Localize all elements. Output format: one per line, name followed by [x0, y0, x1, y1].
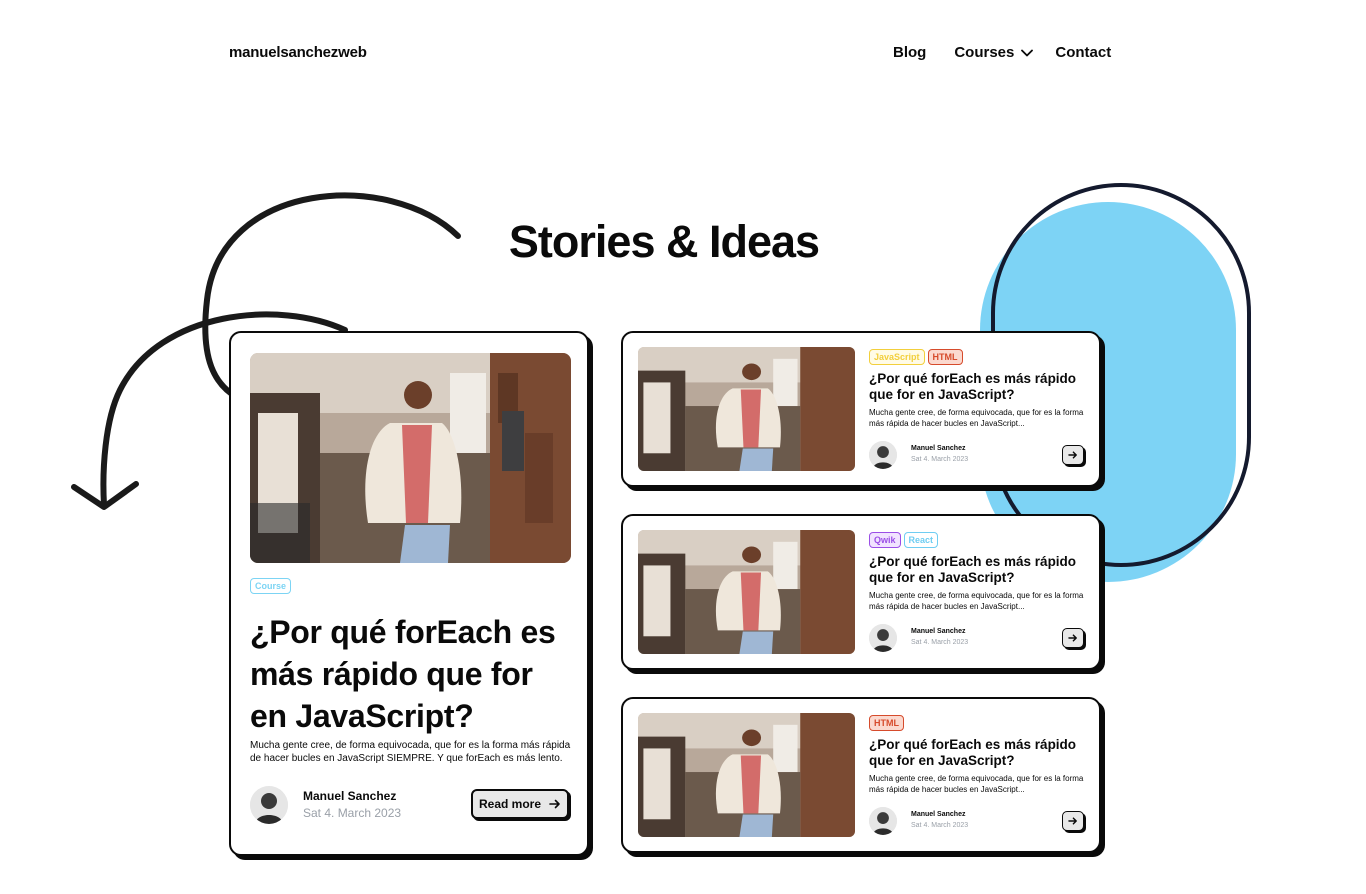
- arrow-right-icon: [1068, 634, 1077, 642]
- tag-badge[interactable]: Course: [250, 578, 292, 594]
- nav-blog-link[interactable]: Blog: [893, 44, 926, 61]
- post-title[interactable]: ¿Por qué forEach es más rápido que for e…: [869, 371, 1089, 403]
- site-logo[interactable]: manuelsanchezweb: [229, 44, 367, 61]
- nav-contact-link[interactable]: Contact: [1055, 44, 1111, 61]
- post-photo: [638, 347, 855, 471]
- post-photo: [250, 353, 571, 563]
- featured-post-card[interactable]: Course ¿Por qué forEach es más rápido qu…: [229, 331, 589, 856]
- arrow-right-icon: [1068, 817, 1077, 825]
- read-more-label: Read more: [478, 797, 542, 811]
- post-photo: [638, 530, 855, 654]
- author-name: Manuel Sanchez: [911, 445, 966, 452]
- open-post-button[interactable]: [1062, 445, 1084, 465]
- tag-badge[interactable]: React: [903, 532, 939, 548]
- post-description: Mucha gente cree, de forma equivocada, q…: [869, 774, 1084, 794]
- author-avatar: [869, 624, 897, 652]
- main-nav: Blog Courses Contact: [893, 44, 1111, 61]
- featured-post-description: Mucha gente cree, de forma equivocada, q…: [250, 740, 571, 764]
- author-name: Manuel Sanchez: [303, 789, 397, 803]
- read-more-button[interactable]: Read more: [471, 789, 569, 819]
- post-date: Sat 4. March 2023: [911, 822, 969, 829]
- author-name: Manuel Sanchez: [911, 628, 966, 635]
- nav-courses-label: Courses: [954, 44, 1015, 61]
- post-title[interactable]: ¿Por qué forEach es más rápido que for e…: [869, 737, 1089, 769]
- post-image[interactable]: [638, 530, 855, 654]
- featured-post-title[interactable]: ¿Por qué forEach es más rápido que for e…: [250, 611, 570, 737]
- post-description: Mucha gente cree, de forma equivocada, q…: [869, 408, 1084, 428]
- tag-badge[interactable]: JavaScript: [869, 349, 925, 365]
- post-tags: JavaScript HTML: [869, 347, 966, 365]
- post-image[interactable]: [638, 347, 855, 471]
- post-date: Sat 4. March 2023: [911, 456, 969, 463]
- tag-badge[interactable]: Qwik: [869, 532, 901, 548]
- post-tags: HTML: [869, 713, 907, 731]
- page-title: Stories & Ideas: [508, 216, 820, 267]
- post-image[interactable]: [638, 713, 855, 837]
- nav-courses-link[interactable]: Courses: [954, 44, 1034, 61]
- post-date: Sat 4. March 2023: [911, 639, 969, 646]
- post-card[interactable]: JavaScript HTML ¿Por qué forEach es más r…: [621, 331, 1101, 487]
- tag-badge[interactable]: HTML: [869, 715, 904, 731]
- open-post-button[interactable]: [1062, 811, 1084, 831]
- featured-post-tags: Course: [250, 576, 294, 594]
- chevron-down-icon: [1021, 49, 1034, 56]
- featured-post-image[interactable]: [250, 353, 571, 563]
- post-photo: [638, 713, 855, 837]
- arrow-right-icon: [549, 799, 560, 809]
- post-title[interactable]: ¿Por qué forEach es más rápido que for e…: [869, 554, 1089, 586]
- post-card[interactable]: Qwik React ¿Por qué forEach es más rápido…: [621, 514, 1101, 670]
- post-tags: Qwik React: [869, 530, 941, 548]
- open-post-button[interactable]: [1062, 628, 1084, 648]
- post-date: Sat 4. March 2023: [303, 806, 402, 820]
- author-avatar: [869, 807, 897, 835]
- tag-badge[interactable]: HTML: [927, 349, 963, 365]
- post-description: Mucha gente cree, de forma equivocada, q…: [869, 591, 1084, 611]
- author-name: Manuel Sanchez: [911, 811, 966, 818]
- post-card[interactable]: HTML ¿Por qué forEach es más rápido que …: [621, 697, 1101, 853]
- author-avatar: [869, 441, 897, 469]
- author-avatar: [250, 786, 288, 824]
- arrow-right-icon: [1068, 451, 1077, 459]
